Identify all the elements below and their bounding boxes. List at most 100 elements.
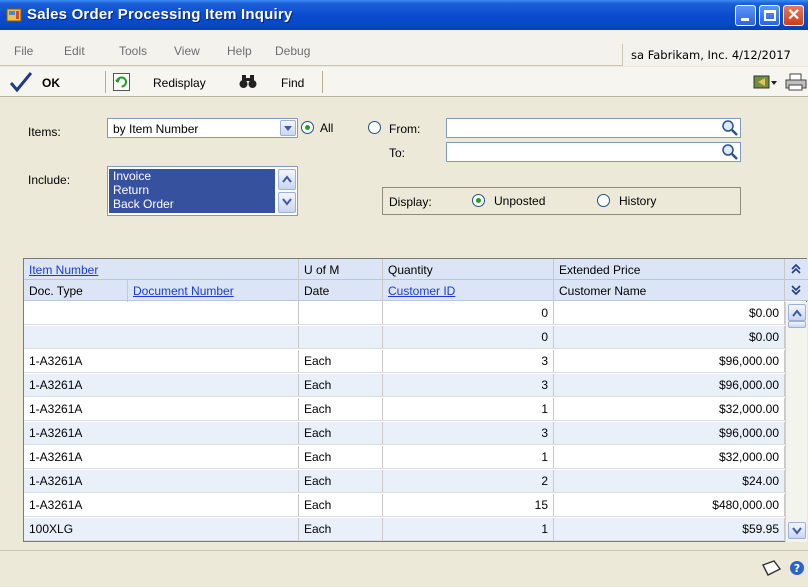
unposted-label: Unposted [494,194,546,208]
from-field[interactable] [446,118,741,138]
menu-view[interactable]: View [174,44,200,58]
toolbar: OK Redisplay Find [0,67,808,97]
u-of-m-cell: Each [299,494,383,516]
column-customer-id[interactable]: Customer ID [383,280,554,302]
include-option-back-order[interactable]: Back Order [109,197,275,213]
table-row[interactable]: 1-A3261A Each 1 $32,000.00 [24,446,785,469]
menu-file[interactable]: File [14,44,33,58]
column-document-number[interactable]: Document Number [128,280,299,302]
item-number-cell [24,302,299,324]
from-label: From: [389,122,421,136]
maximize-icon [764,10,776,21]
grid-scrollbar[interactable] [785,302,807,542]
table-row[interactable]: 1-A3261A Each 3 $96,000.00 [24,350,785,373]
item-number-cell: 1-A3261A [24,398,299,420]
item-number-cell: 1-A3261A [24,374,299,396]
item-number-cell: 100XLG [24,518,299,540]
menu-debug[interactable]: Debug [275,44,310,58]
menu-help[interactable]: Help [227,44,252,58]
items-select[interactable]: by Item Number [107,118,298,138]
to-field[interactable] [446,142,741,162]
app-icon [6,8,22,22]
checkmark-icon [10,72,32,92]
maximize-button[interactable] [759,5,780,26]
close-icon: ✕ [787,7,801,24]
u-of-m-cell: Each [299,398,383,420]
extended-price-cell: $96,000.00 [554,350,785,372]
redisplay-button[interactable]: Redisplay [153,76,206,90]
table-row[interactable]: 1-A3261A Each 3 $96,000.00 [24,374,785,397]
quantity-cell: 3 [383,422,554,444]
extended-price-cell: $32,000.00 [554,398,785,420]
quantity-cell: 3 [383,374,554,396]
table-row[interactable]: 1-A3261A Each 15 $480,000.00 [24,494,785,517]
extended-price-cell: $96,000.00 [554,422,785,444]
table-row[interactable]: 1-A3261A Each 3 $96,000.00 [24,422,785,445]
redisplay-icon [113,73,130,91]
u-of-m-cell: Each [299,470,383,492]
u-of-m-cell: Each [299,350,383,372]
from-lookup-icon[interactable] [721,119,739,137]
table-row[interactable]: 100XLG Each 1 $59.95 [24,518,785,541]
to-label: To: [389,146,406,160]
quantity-cell: 15 [383,494,554,516]
table-row[interactable]: 0 $0.00 [24,326,785,349]
svg-text:?: ? [794,562,800,575]
include-label: Include: [28,173,71,187]
binoculars-icon [239,75,257,88]
table-row[interactable]: 1-A3261A Each 1 $32,000.00 [24,398,785,421]
scroll-down-icon[interactable] [788,522,806,539]
extended-price-cell: $32,000.00 [554,446,785,468]
scroll-thumb[interactable] [788,321,806,328]
unposted-radio[interactable] [472,194,485,207]
table-row[interactable]: 1-A3261A Each 2 $24.00 [24,470,785,493]
find-button[interactable]: Find [281,76,304,90]
collapse-rows-icon[interactable] [790,263,802,275]
help-icon[interactable]: ? [789,560,805,576]
items-label: Items: [28,125,61,139]
grid-header-row-2: Doc. Type Document Number Date Customer … [24,280,808,302]
grid-header-row-1: Item Number U of M Quantity Extended Pri… [24,259,808,281]
all-radio[interactable] [301,121,314,134]
ok-button[interactable]: OK [42,76,60,90]
quantity-cell: 0 [383,326,554,348]
expand-rows-icon[interactable] [790,284,802,296]
minimize-button[interactable] [735,5,756,26]
toolbar-separator [322,71,323,93]
all-label: All [320,121,334,135]
print-icon[interactable] [785,73,807,91]
history-radio[interactable] [597,194,610,207]
item-number-cell: 1-A3261A [24,350,299,372]
menu-tools[interactable]: Tools [119,44,147,58]
u-of-m-cell: Each [299,422,383,444]
item-number-cell: 1-A3261A [24,470,299,492]
table-row[interactable]: 0 $0.00 [24,302,785,325]
item-grid: Item Number U of M Quantity Extended Pri… [23,258,808,542]
u-of-m-cell: Each [299,446,383,468]
include-option-invoice[interactable]: Invoice [109,169,275,183]
to-lookup-icon[interactable] [721,143,739,161]
quantity-cell: 1 [383,398,554,420]
close-button[interactable]: ✕ [783,5,804,26]
u-of-m-cell [299,302,383,324]
extended-price-cell: $59.95 [554,518,785,540]
scroll-up-icon[interactable] [788,304,806,321]
display-group: Display: Unposted History [382,187,741,215]
items-select-value: by Item Number [113,122,199,136]
from-radio[interactable] [368,121,381,134]
menu-edit[interactable]: Edit [64,44,85,58]
scroll-down-icon[interactable] [278,192,296,213]
goto-icon[interactable] [753,73,777,91]
note-icon[interactable] [760,559,782,577]
item-number-cell: 1-A3261A [24,422,299,444]
window-title: Sales Order Processing Item Inquiry [27,6,293,23]
item-number-cell [24,326,299,348]
include-option-return[interactable]: Return [109,183,275,197]
scroll-up-icon[interactable] [278,169,296,190]
quantity-cell: 3 [383,350,554,372]
chevron-down-icon[interactable] [280,120,296,136]
column-doc-type: Doc. Type [24,280,128,302]
column-item-number[interactable]: Item Number [24,259,299,281]
status-bar: ? [0,550,808,587]
include-listbox[interactable]: Invoice Return Back Order [107,166,298,216]
